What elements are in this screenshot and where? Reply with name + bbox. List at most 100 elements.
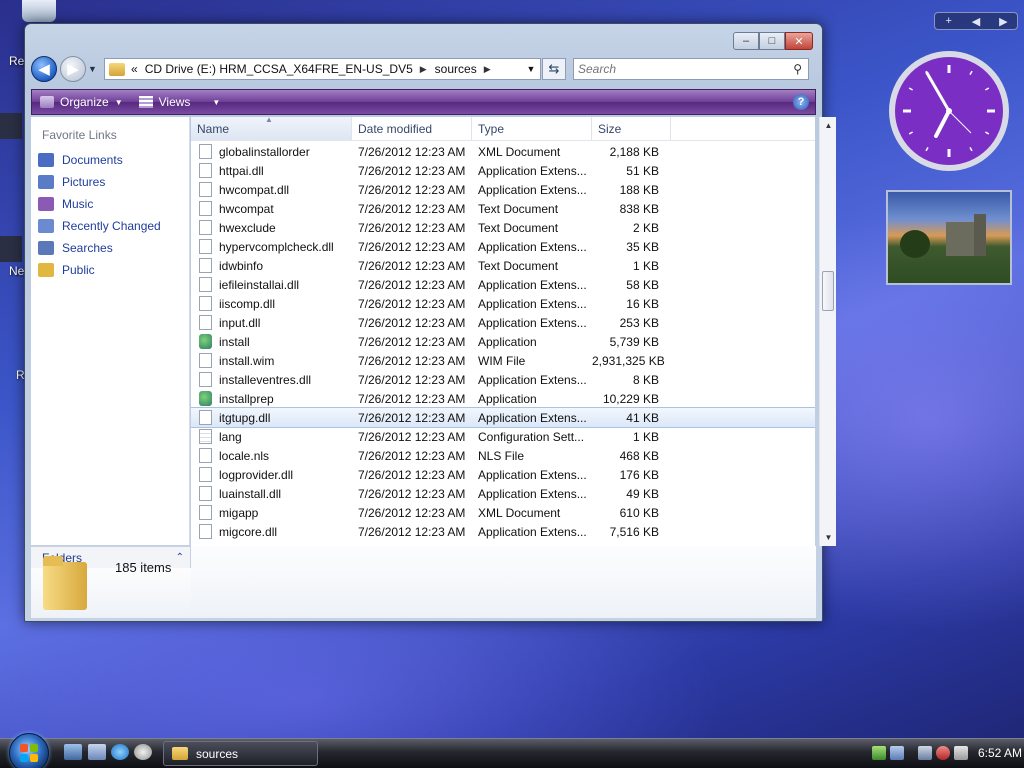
file-name-cell: itgtupg.dll [191, 410, 352, 425]
taskbar-item-sources[interactable]: sources [163, 741, 318, 766]
file-row[interactable]: install.wim 7/26/2012 12:23 AM WIM File 2,9… [191, 351, 815, 370]
file-type: Application Extens... [478, 239, 587, 254]
vertical-scrollbar[interactable]: ▲ ▼ [819, 117, 836, 546]
clock-gadget[interactable] [886, 48, 1012, 174]
address-dropdown[interactable]: ▼ [522, 64, 540, 74]
taskbar-item-label: sources [196, 746, 239, 761]
file-row[interactable]: logprovider.dll 7/26/2012 12:23 AM Applica… [191, 465, 815, 484]
scroll-thumb[interactable] [822, 271, 834, 311]
taskbar [0, 738, 1024, 768]
file-row[interactable]: installeventres.dll 7/26/2012 12:23 AM App… [191, 370, 815, 389]
file-row[interactable]: iefileinstallai.dll 7/26/2012 12:23 AM App… [191, 275, 815, 294]
file-row[interactable]: idwbinfo 7/26/2012 12:23 AM Text Document 1… [191, 256, 815, 275]
file-type: Text Document [478, 201, 559, 216]
search-input[interactable] [578, 62, 778, 76]
recent-pages-dropdown[interactable]: ▼ [88, 64, 100, 74]
favorite-link-public[interactable]: Public [31, 259, 189, 281]
media-icon[interactable] [134, 744, 152, 760]
file-row[interactable]: installprep 7/26/2012 12:23 AM Application… [191, 389, 815, 408]
file-row[interactable]: migcore.dll 7/26/2012 12:23 AM Application… [191, 522, 815, 541]
file-row[interactable]: httpai.dll 7/26/2012 12:23 AM Application … [191, 161, 815, 180]
favorite-link-label: Searches [62, 241, 113, 255]
file-type: NLS File [478, 448, 525, 463]
volume-icon[interactable] [954, 746, 968, 760]
refresh-button[interactable]: ⇆ [542, 58, 566, 80]
file-row[interactable]: hwcompat.dll 7/26/2012 12:23 AM Applicatio… [191, 180, 815, 199]
file-row[interactable]: input.dll 7/26/2012 12:23 AM Application E… [191, 313, 815, 332]
slideshow-gadget[interactable] [886, 190, 1012, 285]
desktop-icon-recycle-bin[interactable] [22, 0, 56, 22]
scroll-up-arrow[interactable]: ▲ [820, 117, 837, 134]
favorite-link-icon [38, 241, 54, 255]
add-gadget-button[interactable]: + [935, 15, 962, 27]
file-name-cell: iiscomp.dll [191, 296, 352, 311]
file-row[interactable]: itgtupg.dll 7/26/2012 12:23 AM Application… [191, 407, 815, 428]
scroll-down-arrow[interactable]: ▼ [820, 529, 837, 546]
file-row[interactable]: hwcompat 7/26/2012 12:23 AM Text Document 8… [191, 199, 815, 218]
file-size: 2 KB [632, 220, 659, 235]
breadcrumb-sources[interactable]: sources [435, 62, 477, 76]
column-header-date[interactable]: Date modified [352, 117, 472, 140]
file-name-cell: installeventres.dll [191, 372, 352, 387]
folder-icon [109, 62, 125, 76]
updates-icon[interactable] [890, 746, 904, 760]
file-type: Application Extens... [478, 163, 587, 178]
search-box[interactable]: ⚲ [573, 58, 809, 80]
file-type: Application [478, 391, 537, 406]
file-name: hwcompat [219, 201, 274, 216]
file-size: 838 KB [619, 201, 659, 216]
column-header-type[interactable]: Type [472, 117, 592, 140]
favorite-link-music[interactable]: Music [31, 193, 189, 215]
network-icon[interactable] [872, 746, 886, 760]
close-button[interactable]: ✕ [785, 32, 813, 50]
organize-menu[interactable]: Organize ▼ [32, 90, 131, 114]
file-icon [199, 467, 212, 482]
file-date: 7/26/2012 12:23 AM [358, 467, 466, 482]
favorite-link-searches[interactable]: Searches [31, 237, 189, 259]
desktop-icon[interactable] [0, 236, 22, 262]
back-button[interactable]: ◀ [31, 56, 57, 82]
file-date: 7/26/2012 12:23 AM [358, 429, 466, 444]
favorite-link-label: Public [62, 263, 95, 277]
file-row[interactable]: lang 7/26/2012 12:23 AM Configuration Sett… [191, 427, 815, 446]
file-icon [199, 296, 212, 311]
desktop-icon[interactable] [0, 113, 22, 139]
previous-gadget-button[interactable]: ◀ [962, 15, 989, 28]
favorite-link-recently-changed[interactable]: Recently Changed [31, 215, 189, 237]
computer-icon[interactable] [918, 746, 932, 760]
help-button[interactable]: ? [793, 94, 809, 110]
file-size: 188 KB [619, 182, 659, 197]
file-row[interactable]: install 7/26/2012 12:23 AM Application 5,73… [191, 332, 815, 351]
file-row[interactable]: locale.nls 7/26/2012 12:23 AM NLS File 468 … [191, 446, 815, 465]
forward-button[interactable]: ▶ [60, 56, 86, 82]
switch-windows-icon[interactable] [88, 744, 106, 760]
column-header-size[interactable]: Size [592, 117, 671, 140]
application-icon [199, 334, 212, 349]
file-name-cell: logprovider.dll [191, 467, 352, 482]
maximize-button[interactable]: □ [759, 32, 785, 50]
column-header-name[interactable]: ▲ Name [191, 117, 352, 140]
favorite-link-pictures[interactable]: Pictures [31, 171, 189, 193]
search-icon[interactable]: ⚲ [793, 62, 802, 76]
security-icon[interactable] [936, 746, 950, 760]
application-icon [199, 391, 212, 406]
file-row[interactable]: hypervcomplcheck.dll 7/26/2012 12:23 AM Ap… [191, 237, 815, 256]
clock-time[interactable]: 6:52 AM [978, 746, 1022, 760]
file-row[interactable]: globalinstallorder 7/26/2012 12:23 AM XML … [191, 142, 815, 161]
file-row[interactable]: luainstall.dll 7/26/2012 12:23 AM Applicat… [191, 484, 815, 503]
file-row[interactable]: iiscomp.dll 7/26/2012 12:23 AM Application… [191, 294, 815, 313]
file-row[interactable]: hwexclude 7/26/2012 12:23 AM Text Document… [191, 218, 815, 237]
breadcrumb-separator[interactable]: ▶ [420, 64, 427, 75]
file-name: luainstall.dll [219, 486, 282, 501]
address-bar[interactable]: « CD Drive (E:) HRM_CCSA_X64FRE_EN-US_DV… [104, 58, 541, 80]
file-row[interactable]: migapp 7/26/2012 12:23 AM XML Document 610 … [191, 503, 815, 522]
address-overflow[interactable]: « [131, 62, 138, 76]
next-gadget-button[interactable]: ▶ [990, 15, 1017, 28]
breadcrumb-drive[interactable]: CD Drive (E:) HRM_CCSA_X64FRE_EN-US_DV5 [145, 62, 413, 76]
show-desktop-icon[interactable] [64, 744, 82, 760]
breadcrumb-separator[interactable]: ▶ [484, 64, 491, 75]
favorite-link-documents[interactable]: Documents [31, 149, 189, 171]
minimize-button[interactable]: – [733, 32, 759, 50]
internet-explorer-icon[interactable] [111, 744, 129, 760]
views-menu[interactable]: Views ▼ [131, 90, 229, 114]
